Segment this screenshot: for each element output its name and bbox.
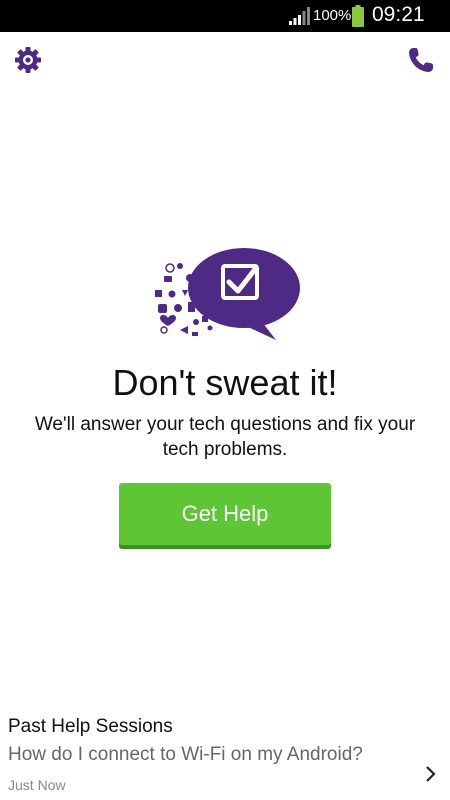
session-item[interactable]: How do I connect to Wi-Fi on my Android?… <box>0 740 450 800</box>
phone-icon[interactable] <box>406 45 436 75</box>
gear-icon[interactable] <box>13 45 43 75</box>
signal-icon <box>289 7 310 25</box>
chat-bubble-checkmark-icon <box>155 248 300 340</box>
session-timestamp: Just Now <box>8 777 66 793</box>
get-help-button[interactable]: Get Help <box>119 483 331 545</box>
session-question: How do I connect to Wi-Fi on my Android? <box>8 744 363 765</box>
chevron-right-icon <box>426 766 436 782</box>
battery-percent: 100% <box>313 7 352 24</box>
status-bar: 100% 09:21 <box>0 0 450 32</box>
clock: 09:21 <box>372 3 425 26</box>
page-title: Don't sweat it! <box>112 362 338 403</box>
past-sessions-heading: Past Help Sessions <box>8 716 173 737</box>
page-subtitle: We'll answer your tech questions and fix… <box>34 414 416 460</box>
battery-icon <box>352 5 364 27</box>
